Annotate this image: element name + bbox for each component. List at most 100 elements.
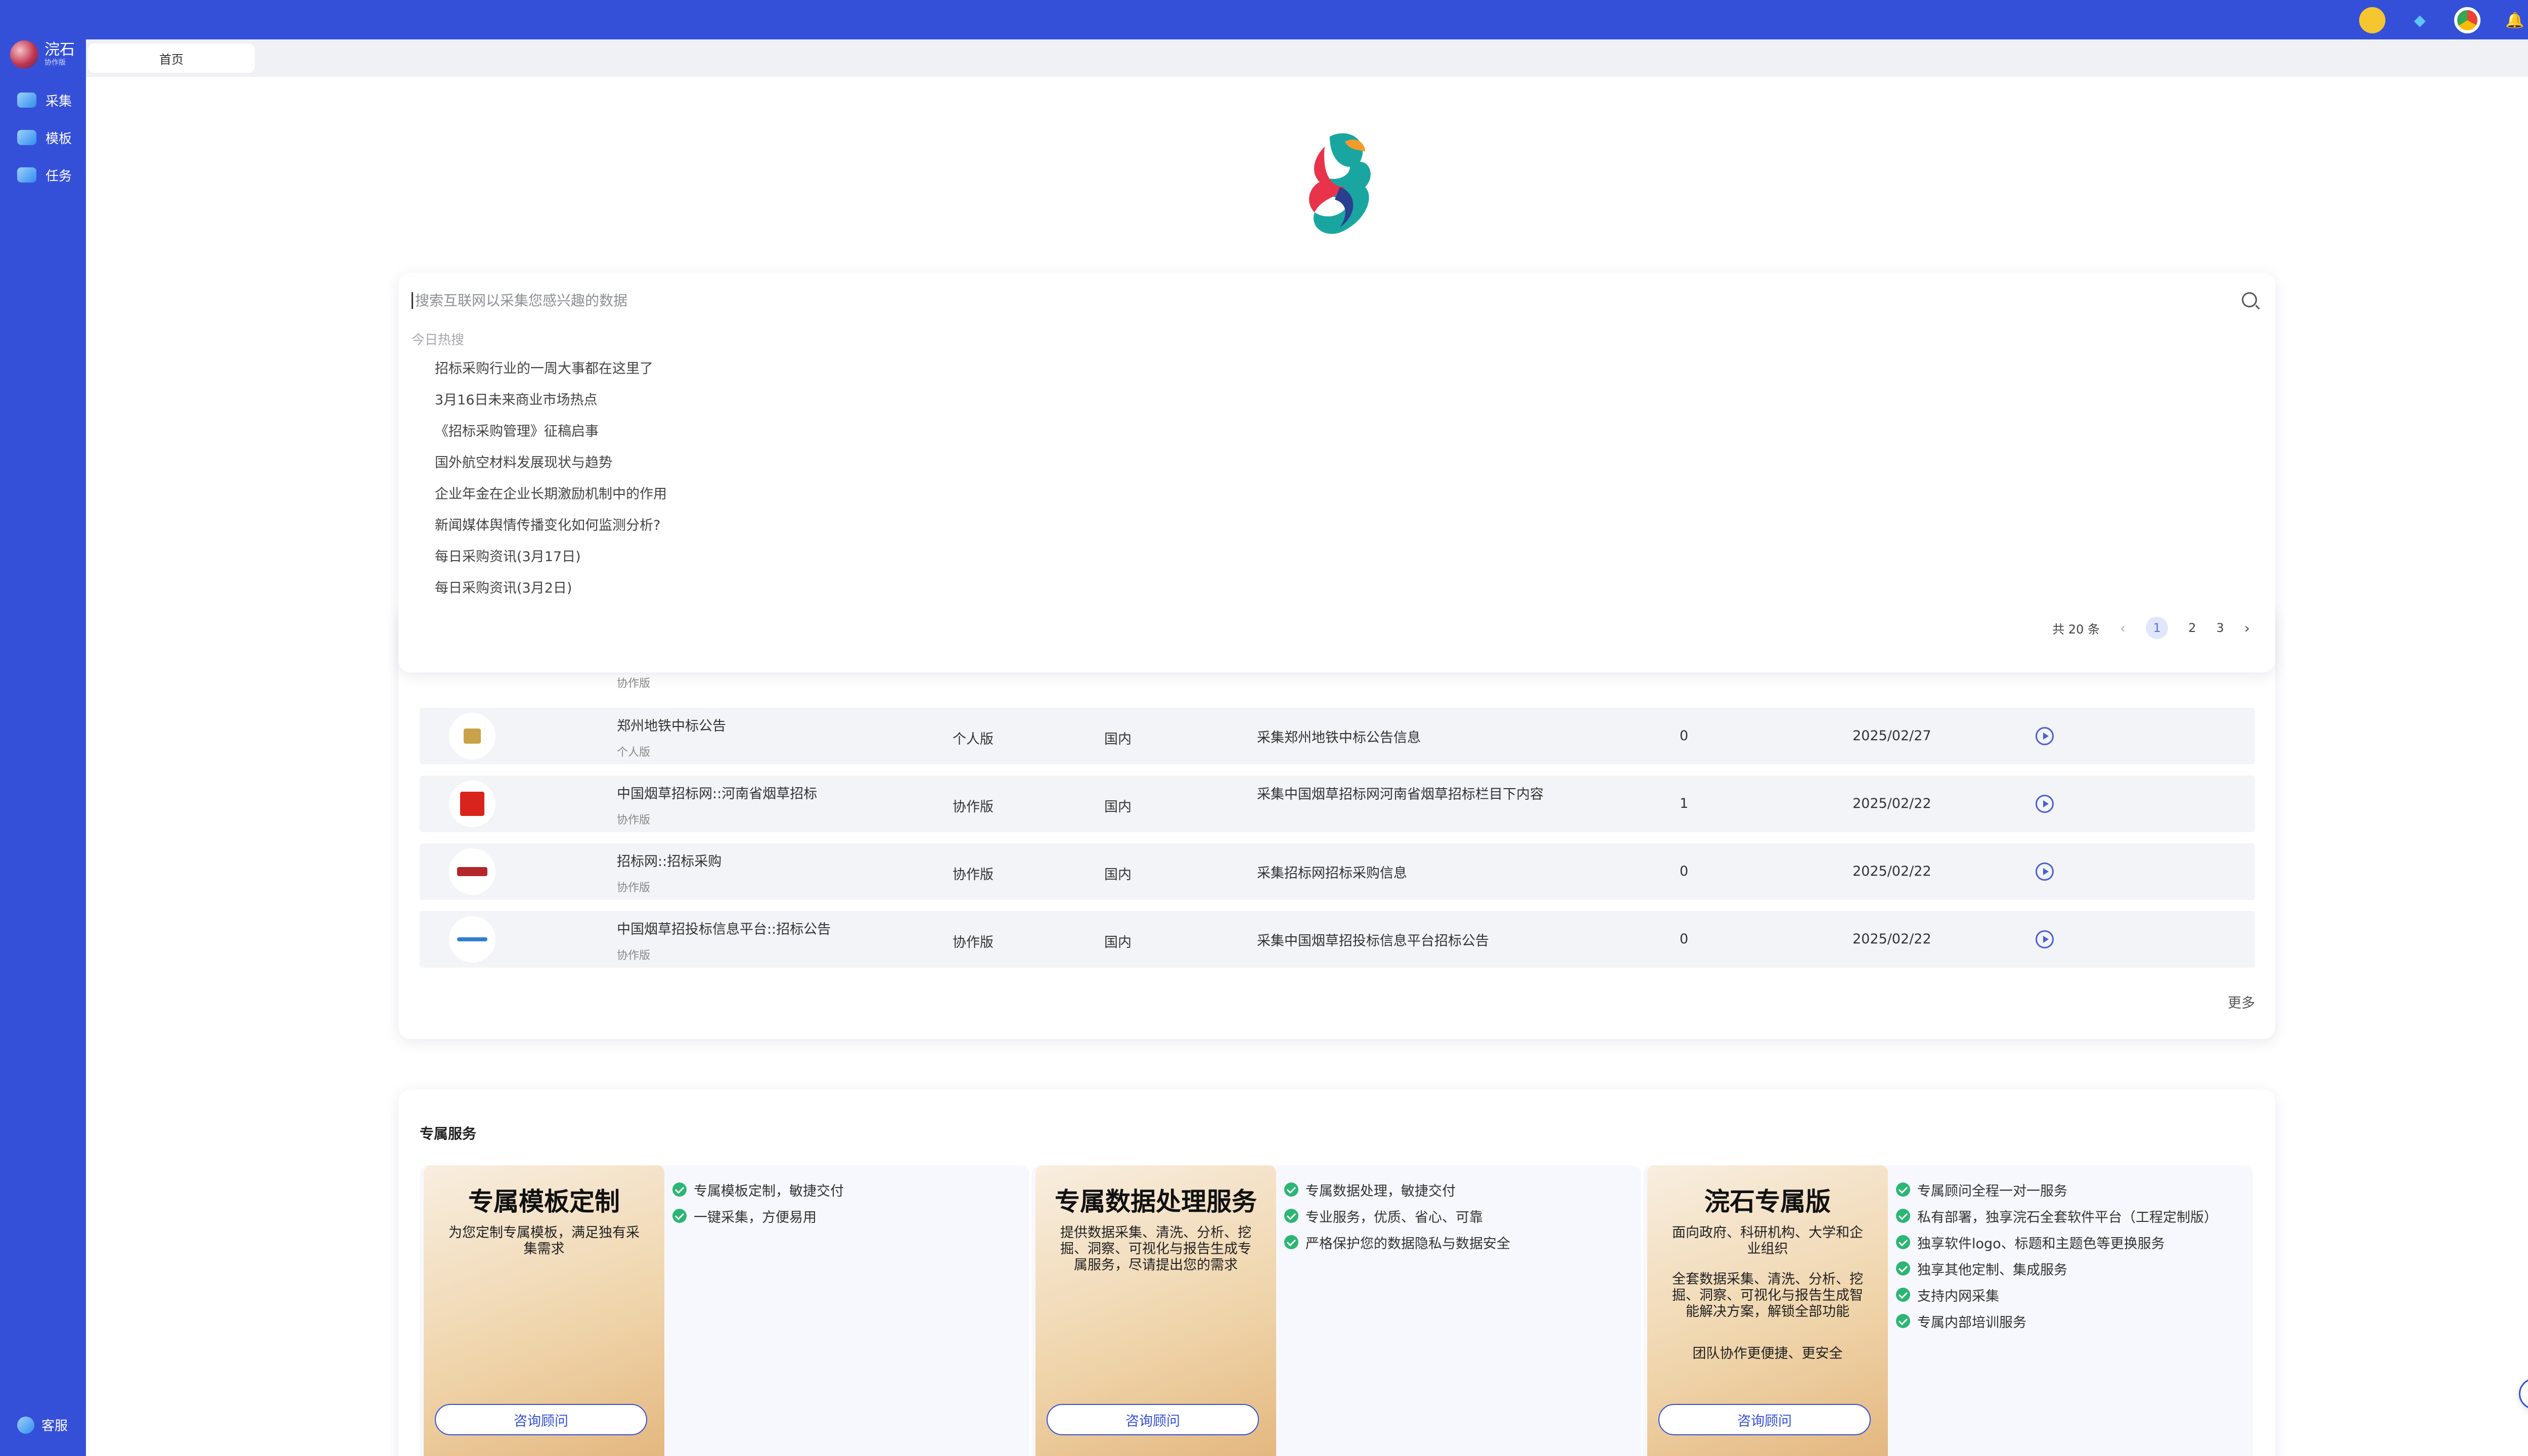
sidebar-item-task[interactable]: 任务 [17, 166, 72, 184]
run-icon[interactable] [2036, 930, 2054, 948]
page-button-1[interactable]: 1 [2146, 617, 2169, 639]
check-icon [1896, 1314, 1910, 1328]
sidebar-item-label: 采集 [46, 94, 72, 109]
service-features: 专属数据处理，敏捷交付 专业服务，优质、省心、可靠 严格保护您的数据隐私与数据安… [1284, 1176, 1510, 1255]
service-desc: 提供数据采集、清洗、分析、挖掘、洞察、可视化与报告生成专属服务，尽请提出您的需求 [1060, 1225, 1251, 1273]
bell-icon[interactable]: 🔔 [2502, 7, 2528, 33]
hot-search-item[interactable]: 每日采购资讯(3月2日) [435, 578, 667, 610]
row-logo [449, 848, 495, 895]
run-icon[interactable] [2036, 795, 2054, 813]
chevron-left-icon[interactable]: ‹ [2120, 620, 2126, 636]
tab-bar: 首页 [86, 39, 2528, 77]
brand-logo [10, 40, 38, 69]
hot-search-item[interactable]: 每日采购资讯(3月17日) [435, 547, 667, 578]
feature-item: 一键采集，方便易用 [672, 1203, 844, 1229]
row-logo-mark [460, 792, 484, 816]
row-count: 0 [1680, 863, 1689, 879]
service-desc-tertiary: 团队协作更便捷、更安全 [1692, 1346, 1843, 1361]
chevron-right-icon[interactable]: › [2244, 620, 2250, 636]
run-icon[interactable] [2036, 862, 2054, 881]
hot-search-item[interactable]: 新闻媒体舆情传播变化如何监测分析? [435, 516, 667, 547]
check-icon [1284, 1209, 1298, 1223]
feature-text: 专属模板定制，敏捷交付 [694, 1183, 844, 1199]
feature-item: 专业服务，优质、省心、可靠 [1284, 1203, 1510, 1229]
sidebar-item-collect[interactable]: 采集 [17, 91, 72, 109]
page-button-2[interactable]: 2 [2188, 621, 2196, 635]
brand[interactable]: 浣石 协作版 [10, 40, 75, 69]
coin-icon[interactable] [2359, 7, 2385, 33]
service-title: 专属模板定制 [468, 1187, 620, 1216]
consult-button[interactable]: 咨询顾问 [1047, 1404, 1259, 1435]
row-count: 0 [1680, 728, 1689, 744]
search-icon[interactable] [2242, 292, 2257, 307]
check-icon [672, 1209, 687, 1223]
search-bar [412, 285, 2262, 315]
feature-text: 独享其他定制、集成服务 [1917, 1262, 2067, 1278]
template-icon [17, 130, 36, 145]
table-row[interactable]: 郑州地铁中标公告 个人版 个人版 国内 采集郑州地铁中标公告信息 0 2025/… [420, 708, 2255, 764]
sidebar-nav: 采集 模板 任务 [17, 91, 72, 184]
service-card-template: 专属模板定制 为您定制专属模板，满足独有采集需求 咨询顾问 专属模板定制，敏捷交… [420, 1165, 1029, 1456]
consult-button[interactable]: 咨询顾问 [1658, 1404, 1871, 1435]
feature-item: 专属内部培训服务 [1896, 1308, 2218, 1334]
hot-search-title: 今日热搜 [412, 333, 465, 348]
sidebar: 浣石 协作版 采集 模板 任务 客服 [0, 0, 86, 1456]
feature-text: 严格保护您的数据隐私与数据安全 [1305, 1236, 1510, 1252]
phoenix-logo [1309, 133, 1371, 234]
feature-text: 私有部署，独享浣石全套软件平台（工程定制版） [1917, 1209, 2218, 1225]
hot-search-item[interactable]: 3月16日未来商业市场热点 [435, 390, 667, 422]
row-edition-sub: 协作版 [617, 949, 651, 962]
customer-service-label: 客服 [41, 1419, 68, 1434]
table-row[interactable]: 中国烟草招标网::河南省烟草招标 协作版 协作版 国内 采集中国烟草招标网河南省… [420, 776, 2255, 832]
browser-icon[interactable] [2454, 7, 2480, 33]
check-icon [1284, 1235, 1298, 1249]
hot-search-item[interactable]: 《招标采购管理》征稿启事 [435, 422, 667, 453]
service-desc-secondary: 全套数据采集、清洗、分析、挖掘、洞察、可视化与报告生成智能解决方案，解锁全部功能 [1672, 1271, 1863, 1320]
row-logo [449, 713, 495, 759]
feature-item: 专属顾问全程一对一服务 [1896, 1176, 2218, 1203]
row-date: 2025/02/22 [1853, 863, 1931, 879]
table-row[interactable]: 招标网::招标采购 协作版 协作版 国内 采集招标网招标采购信息 0 2025/… [420, 843, 2255, 900]
hot-search-item[interactable]: 国外航空材料发展现状与趋势 [435, 453, 667, 484]
row-region: 国内 [1104, 867, 1132, 883]
service-features: 专属模板定制，敏捷交付 一键采集，方便易用 [672, 1176, 844, 1229]
feature-text: 专属顾问全程一对一服务 [1917, 1183, 2067, 1199]
feature-item: 支持内网采集 [1896, 1282, 2218, 1308]
feature-item: 独享其他定制、集成服务 [1896, 1255, 2218, 1282]
row-count: 0 [1680, 931, 1689, 947]
more-link[interactable]: 更多 [2228, 992, 2255, 1012]
page-button-3[interactable]: 3 [2217, 621, 2224, 635]
task-icon [17, 167, 36, 183]
feature-item: 严格保护您的数据隐私与数据安全 [1284, 1229, 1510, 1255]
consult-button[interactable]: 咨询顾问 [435, 1404, 647, 1435]
row-edition-sub: 协作版 [617, 677, 651, 690]
sidebar-item-template[interactable]: 模板 [17, 128, 72, 147]
row-edition-sub: 协作版 [617, 814, 651, 827]
check-icon [1896, 1209, 1910, 1223]
row-logo-mark [457, 867, 487, 876]
check-icon [1896, 1261, 1910, 1276]
feature-text: 支持内网采集 [1917, 1288, 1999, 1304]
hot-search-item[interactable]: 招标采购行业的一周大事都在这里了 [435, 359, 667, 390]
row-region: 国内 [1104, 935, 1132, 950]
row-date: 2025/02/27 [1853, 728, 1931, 744]
headset-icon [17, 1416, 34, 1434]
service-card-data-processing: 专属数据处理服务 提供数据采集、清洗、分析、挖掘、洞察、可视化与报告生成专属服务… [1031, 1165, 1641, 1456]
table-row[interactable]: 中国烟草招投标信息平台::招标公告 协作版 协作版 国内 采集中国烟草招投标信息… [420, 911, 2255, 968]
hot-search-item[interactable]: 企业年金在企业长期激励机制中的作用 [435, 484, 667, 516]
service-features: 专属顾问全程一对一服务 私有部署，独享浣石全套软件平台（工程定制版） 独享软件l… [1896, 1176, 2218, 1334]
feature-item: 私有部署，独享浣石全套软件平台（工程定制版） [1896, 1203, 2218, 1229]
diamond-icon[interactable]: ◆ [2407, 7, 2433, 33]
feature-text: 专属内部培训服务 [1917, 1314, 2026, 1331]
service-desc: 面向政府、科研机构、大学和企业组织 [1672, 1225, 1863, 1257]
search-input[interactable] [412, 292, 2211, 309]
tab-home[interactable]: 首页 [88, 43, 255, 73]
customer-service-button[interactable]: 客服 [17, 1416, 68, 1434]
collect-icon [17, 93, 36, 108]
run-icon[interactable] [2036, 727, 2054, 745]
feature-text: 一键采集，方便易用 [694, 1209, 817, 1225]
row-region: 国内 [1104, 732, 1132, 747]
feature-text: 专属数据处理，敏捷交付 [1305, 1183, 1456, 1199]
services-title: 专属服务 [420, 1125, 477, 1142]
feature-item: 专属模板定制，敏捷交付 [672, 1176, 844, 1203]
